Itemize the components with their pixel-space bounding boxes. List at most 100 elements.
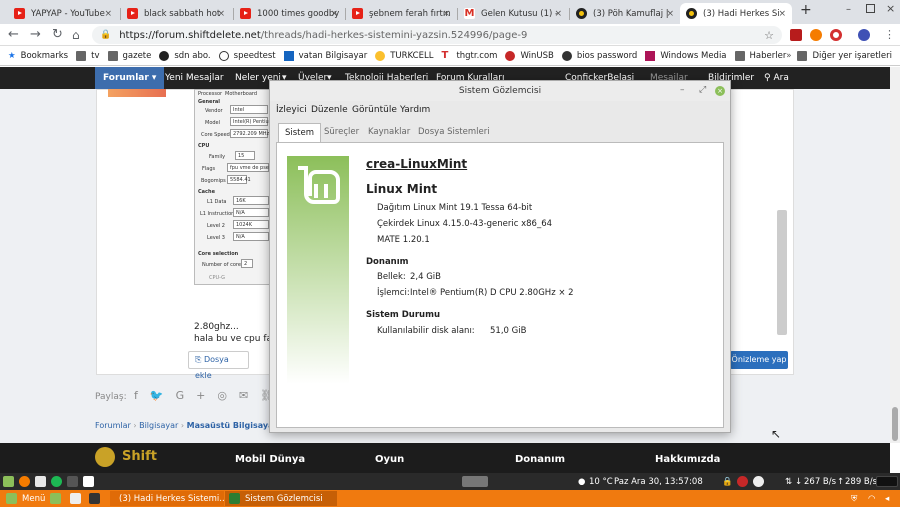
profile-avatar[interactable] bbox=[858, 29, 870, 41]
back-icon[interactable]: ← bbox=[8, 27, 19, 43]
temperature[interactable]: 10 °C bbox=[589, 477, 613, 487]
tab-poh-kamuflaj[interactable]: (3) Pöh Kamuflaj | × bbox=[570, 3, 680, 24]
task-system-monitor[interactable]: Sistem Gözlemcisi bbox=[225, 491, 337, 506]
minimize-icon[interactable]: – bbox=[846, 4, 851, 15]
folder-icon bbox=[107, 50, 118, 61]
close-icon[interactable]: × bbox=[666, 9, 674, 19]
minimize-icon[interactable]: – bbox=[680, 85, 685, 95]
clock[interactable]: Paz Ara 30, 13:57:08 bbox=[614, 477, 703, 487]
tab-gmail[interactable]: M Gelen Kutusu (1) - × bbox=[458, 3, 568, 24]
close-icon[interactable]: × bbox=[442, 9, 450, 19]
bookmark-haberler[interactable]: Haberler bbox=[734, 50, 786, 61]
preview-button[interactable]: Önizleme yap bbox=[730, 351, 788, 369]
page-scrollbar[interactable] bbox=[890, 67, 900, 443]
tab-surecler[interactable]: Süreçler bbox=[318, 123, 365, 142]
close-icon[interactable]: × bbox=[715, 86, 725, 96]
bookmark-speedtest[interactable]: speedtest bbox=[218, 50, 276, 61]
tab-dosya-sistemleri[interactable]: Dosya Sistemleri bbox=[412, 123, 496, 142]
address-input[interactable]: 🔒 https://forum.shiftdelete.net/threads/… bbox=[92, 26, 782, 44]
workspace-switcher[interactable] bbox=[462, 476, 488, 487]
files-icon[interactable] bbox=[70, 493, 81, 504]
close-window-icon[interactable]: × bbox=[886, 2, 895, 15]
firefox-icon[interactable] bbox=[19, 476, 30, 487]
bookmark-other[interactable]: » Diğer yer işaretleri bbox=[786, 50, 892, 61]
text-editor-icon[interactable] bbox=[83, 476, 94, 487]
system-monitor-applet[interactable] bbox=[876, 476, 898, 487]
sdn-icon bbox=[576, 8, 587, 19]
maximize-icon[interactable]: ⤢ bbox=[699, 85, 706, 95]
mint-icon[interactable] bbox=[3, 476, 14, 487]
terminal-icon[interactable] bbox=[67, 476, 78, 487]
nav-forumlar[interactable]: Forumlar ▾ bbox=[95, 67, 165, 89]
tab-1000-times[interactable]: 1000 times goodby × bbox=[234, 3, 344, 24]
shield-icon[interactable]: ⛨ bbox=[851, 494, 857, 504]
menu-icon[interactable]: ⋮ bbox=[884, 27, 895, 43]
nav-yeni-mesajlar[interactable]: Yeni Mesajlar bbox=[165, 73, 224, 83]
extension-icon[interactable] bbox=[810, 29, 822, 41]
bookmark-thgtr[interactable]: Tthgtr.com bbox=[441, 50, 497, 61]
google-plus-icon[interactable]: G+ bbox=[176, 389, 218, 402]
reload-icon[interactable]: ↻ bbox=[52, 27, 63, 43]
show-desktop-icon[interactable] bbox=[50, 493, 61, 504]
home-icon[interactable]: ⌂ bbox=[72, 27, 80, 43]
star-icon[interactable]: ☆ bbox=[764, 29, 774, 42]
close-icon[interactable]: × bbox=[554, 9, 562, 19]
task-chrome[interactable]: (3) Hadi Herkes Sistemi... bbox=[110, 491, 227, 506]
extension-icon[interactable] bbox=[790, 29, 802, 41]
menu-duzenle[interactable]: Düzenle bbox=[311, 105, 348, 115]
close-icon[interactable]: × bbox=[217, 9, 225, 19]
bookmark-vatan[interactable]: vatan Bilgisayar bbox=[283, 50, 367, 61]
new-tab-button[interactable]: + bbox=[800, 2, 812, 18]
wifi-icon[interactable]: ◠ bbox=[868, 494, 875, 504]
editor-scrollbar[interactable] bbox=[777, 210, 787, 335]
menu-izleyici[interactable]: İzleyici bbox=[276, 105, 307, 115]
google-icon[interactable] bbox=[753, 476, 764, 487]
footer-mobil-dunya[interactable]: Mobil Dünya bbox=[235, 454, 305, 465]
bookmark-sdn-abo[interactable]: sdn abo. bbox=[159, 50, 211, 61]
close-icon[interactable]: × bbox=[104, 9, 112, 19]
menu-goruntule[interactable]: Görüntüle bbox=[352, 105, 397, 115]
footer-oyun[interactable]: Oyun bbox=[375, 454, 404, 465]
facebook-icon[interactable]: f bbox=[134, 389, 150, 402]
tab-sebnem-ferah[interactable]: şebnem ferah fırtın × bbox=[346, 3, 456, 24]
breadcrumb-bilgisayar[interactable]: Bilgisayar bbox=[139, 421, 178, 430]
post-text-line2[interactable]: hala bu ve cpu fan bbox=[194, 334, 278, 344]
breadcrumb-forumlar[interactable]: Forumlar bbox=[95, 421, 131, 430]
menu-button[interactable]: Menü bbox=[2, 491, 45, 506]
volume-icon[interactable]: ◂ bbox=[885, 494, 889, 504]
tab-kaynaklar[interactable]: Kaynaklar bbox=[362, 123, 416, 142]
bookmark-winusb[interactable]: WinUSB bbox=[505, 50, 554, 61]
close-icon[interactable]: × bbox=[778, 9, 786, 19]
twitter-icon[interactable]: 🐦 bbox=[150, 389, 176, 402]
close-icon[interactable]: × bbox=[330, 9, 338, 19]
extension-icon[interactable] bbox=[830, 29, 842, 41]
terminal-icon[interactable] bbox=[89, 493, 100, 504]
bookmark-turkcell[interactable]: TURKCELL bbox=[375, 50, 433, 61]
footer-donanim[interactable]: Donanım bbox=[515, 454, 565, 465]
forward-icon[interactable]: → bbox=[30, 27, 41, 43]
maximize-icon[interactable] bbox=[866, 4, 875, 13]
network-icon[interactable]: ⇅ bbox=[785, 477, 792, 487]
whatsapp-icon[interactable]: ◎ bbox=[217, 389, 239, 402]
power-icon[interactable] bbox=[737, 476, 748, 487]
bookmark-bookmarks[interactable]: ★ Bookmarks bbox=[8, 51, 68, 61]
bookmark-bios-password[interactable]: bios password bbox=[561, 50, 637, 61]
files-icon[interactable] bbox=[35, 476, 46, 487]
hostname[interactable]: crea-LinuxMint bbox=[366, 157, 467, 171]
bookmark-gazete[interactable]: gazete bbox=[107, 50, 151, 61]
nav-ara[interactable]: ⚲ Ara bbox=[764, 73, 789, 83]
footer-hakkimizda[interactable]: Hakkımızda bbox=[655, 454, 720, 465]
post-text-line1[interactable]: 2.80ghz... bbox=[194, 322, 239, 332]
window-title[interactable]: Sistem Gözlemcisi bbox=[270, 81, 730, 101]
tab-sistem[interactable]: Sistem bbox=[278, 123, 322, 142]
email-icon[interactable]: ✉ bbox=[239, 389, 260, 402]
menu-yardim[interactable]: Yardım bbox=[400, 105, 430, 115]
tab-yapyap[interactable]: YAPYAP - YouTube × bbox=[8, 3, 118, 24]
attach-file-button[interactable]: ⎘ Dosya ekle bbox=[188, 351, 249, 380]
tab-hadi-herkes[interactable]: (3) Hadi Herkes Si × bbox=[680, 3, 792, 24]
tab-black-sabbath[interactable]: black sabbath hot × bbox=[121, 3, 231, 24]
bookmark-tv[interactable]: tv bbox=[76, 50, 100, 61]
bookmark-windows-media[interactable]: Windows Media bbox=[645, 50, 727, 61]
spotify-icon[interactable] bbox=[51, 476, 62, 487]
lock-icon[interactable]: 🔒 bbox=[722, 477, 733, 487]
